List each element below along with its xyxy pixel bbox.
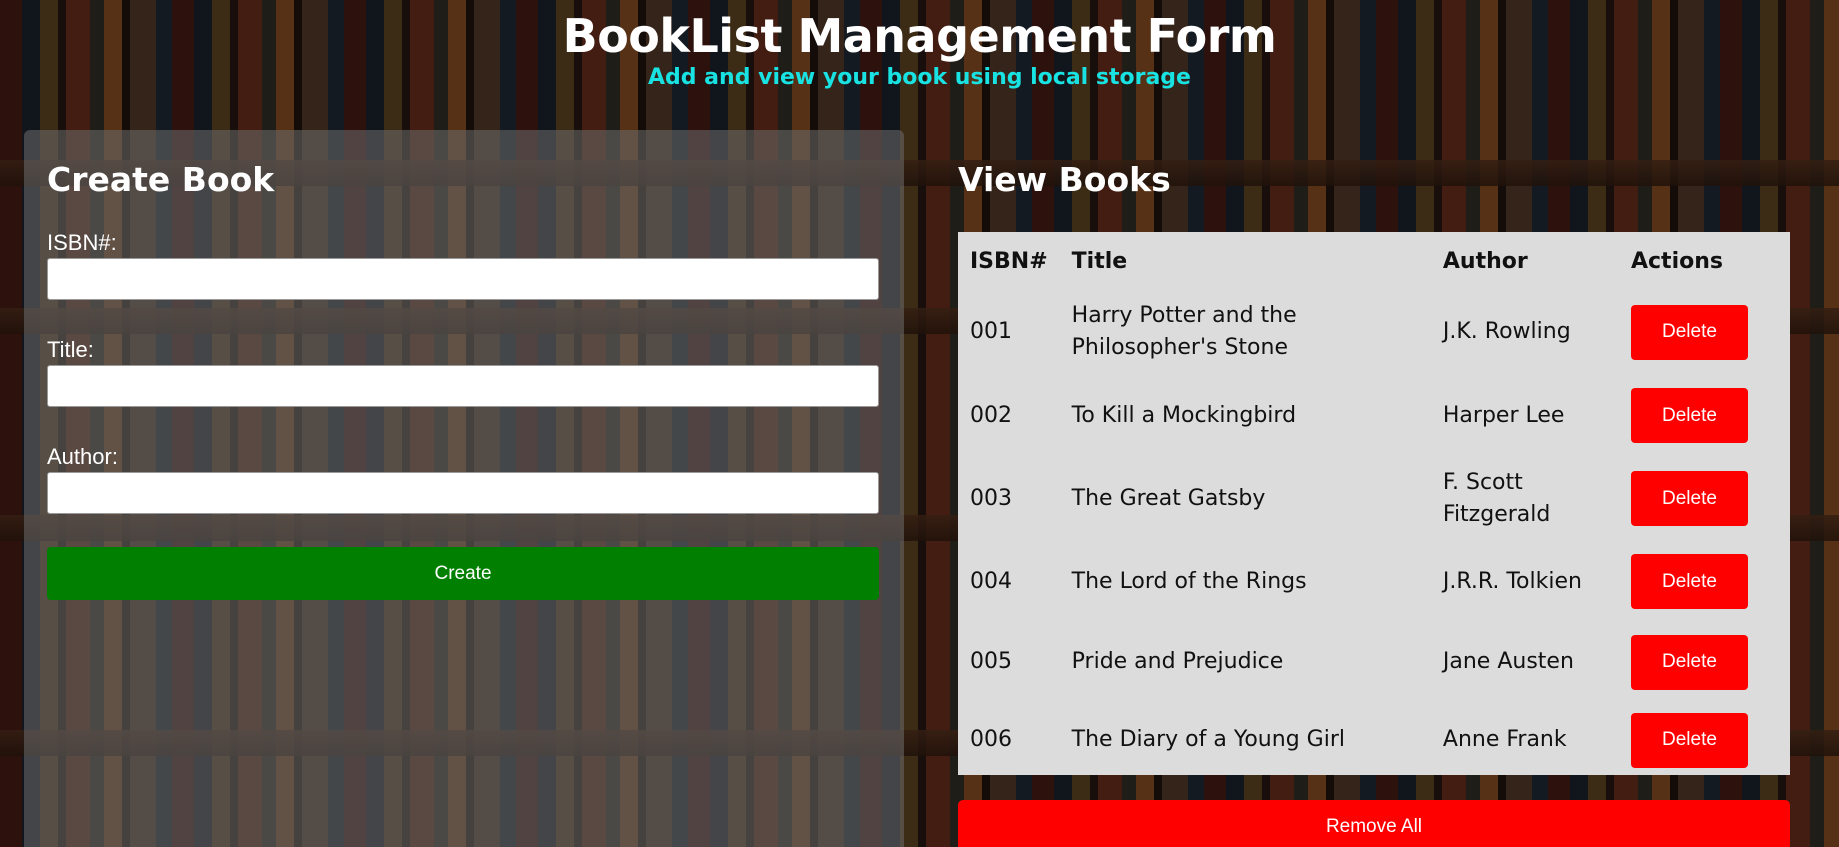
books-table-container: ISBN# Title Author Actions 001 Harry Pot… [958, 232, 1790, 775]
table-row: 004 The Lord of the Rings J.R.R. Tolkien… [958, 540, 1790, 623]
isbn-input[interactable] [47, 258, 879, 300]
view-books-heading: View Books [958, 160, 1171, 199]
title-cell: The Diary of a Young Girl [1071, 727, 1345, 752]
author-cell: F. Scott Fitzgerald [1442, 469, 1551, 527]
table-row: 006 The Diary of a Young Girl Anne Frank… [958, 701, 1790, 779]
create-book-heading: Create Book [47, 160, 275, 199]
table-header-row: ISBN# Title Author Actions [958, 232, 1790, 290]
delete-button[interactable]: Delete [1630, 712, 1748, 768]
author-cell: Harper Lee [1442, 402, 1565, 428]
author-cell: Jane Austen [1442, 649, 1574, 674]
isbn-cell: 002 [970, 402, 1012, 428]
page: BookList Management Form Add and view yo… [0, 0, 1839, 847]
delete-button[interactable]: Delete [1630, 554, 1748, 609]
author-cell: Anne Frank [1442, 727, 1567, 752]
author-input[interactable] [47, 472, 879, 514]
column-header-isbn: ISBN# [970, 248, 1048, 274]
column-header-title: Title [1071, 248, 1128, 274]
create-button[interactable]: Create [47, 547, 879, 600]
books-table: ISBN# Title Author Actions 001 Harry Pot… [958, 232, 1790, 779]
remove-all-button[interactable]: Remove All [958, 800, 1790, 847]
author-cell: J.K. Rowling [1442, 319, 1571, 344]
column-header-actions: Actions [1630, 248, 1723, 274]
table-row: 003 The Great Gatsby F. Scott Fitzgerald… [958, 457, 1790, 540]
page-title: BookList Management Form [562, 9, 1277, 63]
page-subtitle: Add and view your book using local stora… [648, 65, 1191, 90]
delete-button[interactable]: Delete [1630, 634, 1748, 690]
delete-button[interactable]: Delete [1630, 304, 1748, 360]
title-cell: Harry Potter and the Philosopher's Stone [1071, 303, 1297, 360]
table-row: 002 To Kill a Mockingbird Harper Lee Del… [958, 374, 1790, 457]
isbn-cell: 005 [970, 649, 1012, 674]
author-cell: J.R.R. Tolkien [1442, 568, 1582, 594]
title-input[interactable] [47, 365, 879, 407]
author-label: Author: [47, 444, 118, 469]
create-book-panel: Create Book ISBN#: Title: Author: Create [24, 130, 904, 847]
isbn-cell: 006 [970, 727, 1012, 752]
title-label: Title: [47, 337, 94, 362]
column-header-author: Author [1442, 248, 1528, 274]
actions-cell: Delete [1619, 290, 1790, 374]
delete-button[interactable]: Delete [1630, 471, 1748, 526]
delete-button[interactable]: Delete [1630, 388, 1748, 443]
page-header: BookList Management Form Add and view yo… [0, 8, 1839, 92]
title-cell: The Lord of the Rings [1071, 568, 1307, 594]
isbn-cell: 001 [970, 319, 1012, 344]
actions-cell: Delete [1619, 540, 1790, 623]
actions-cell: Delete [1619, 457, 1790, 540]
actions-cell: Delete [1619, 374, 1790, 457]
isbn-cell: 004 [970, 568, 1012, 594]
title-cell: Pride and Prejudice [1071, 649, 1284, 674]
title-cell: To Kill a Mockingbird [1071, 402, 1297, 428]
actions-cell: Delete [1619, 701, 1790, 779]
isbn-label: ISBN#: [47, 230, 117, 255]
table-row: 005 Pride and Prejudice Jane Austen Dele… [958, 623, 1790, 701]
isbn-cell: 003 [970, 485, 1012, 511]
title-cell: The Great Gatsby [1071, 485, 1266, 511]
actions-cell: Delete [1619, 623, 1790, 701]
table-row: 001 Harry Potter and the Philosopher's S… [958, 290, 1790, 374]
